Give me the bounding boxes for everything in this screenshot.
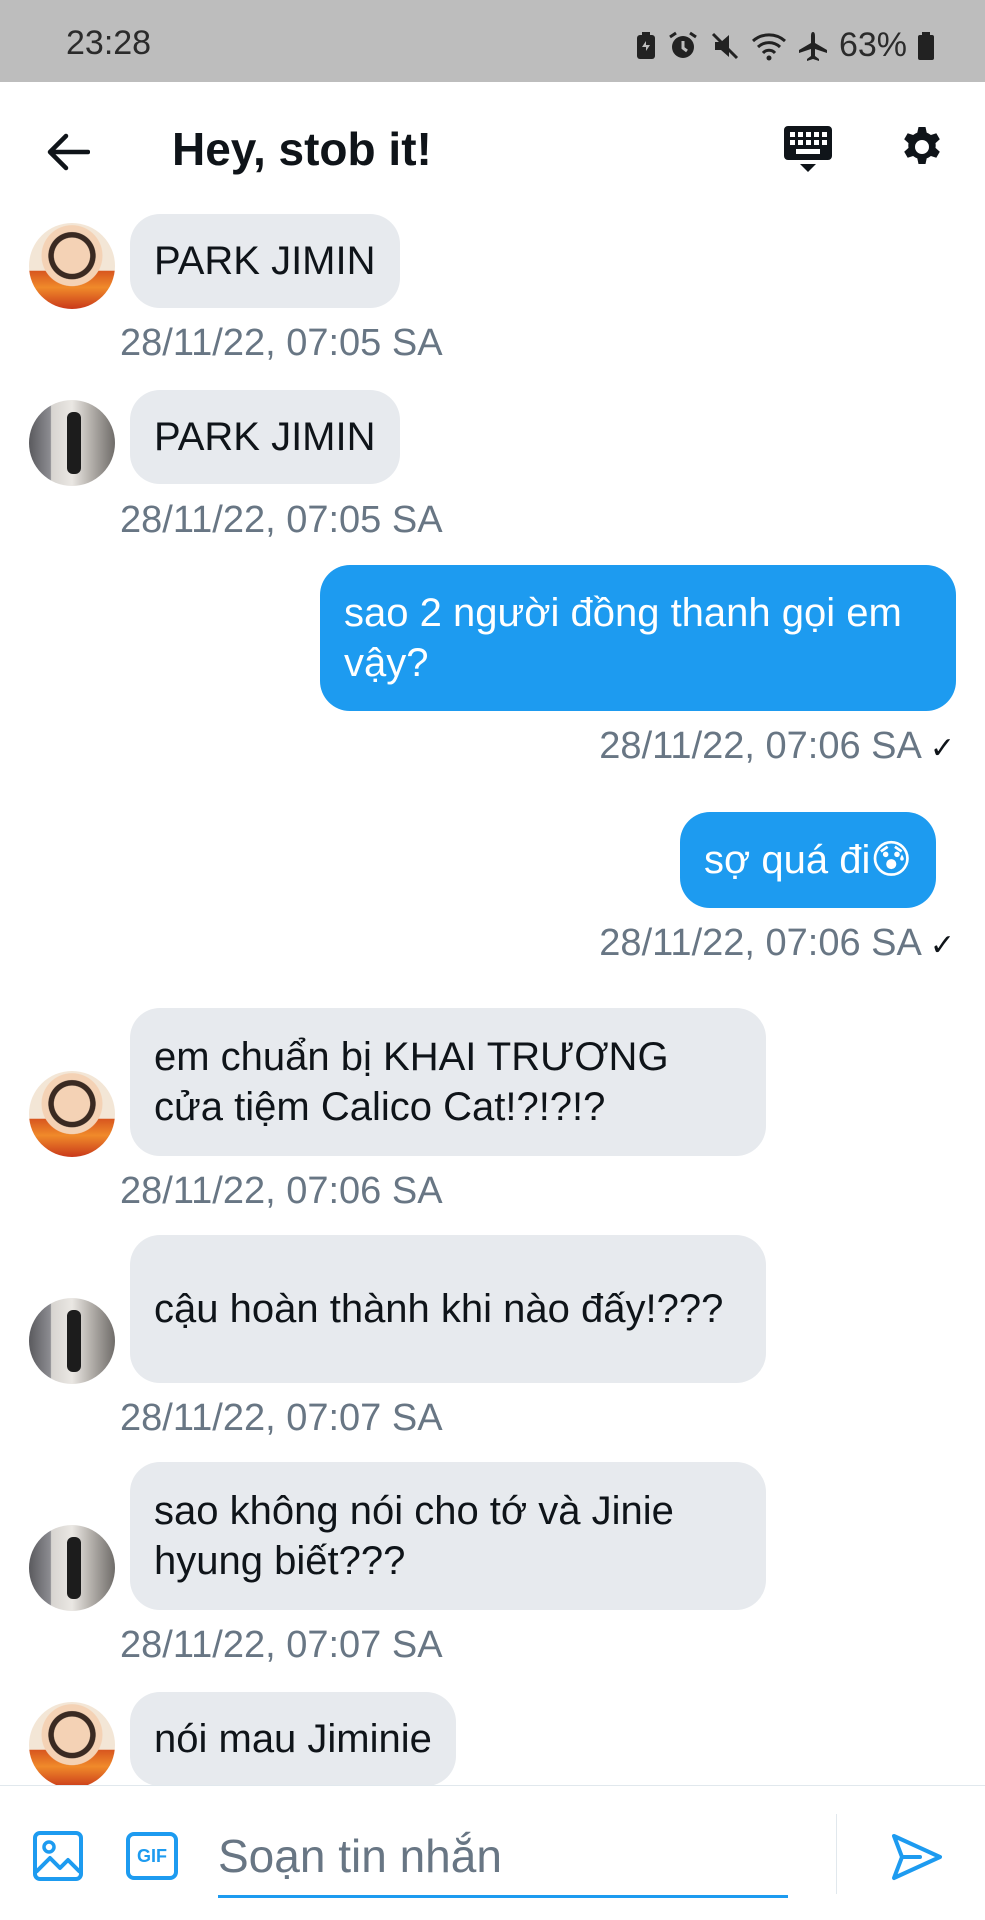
message-bubble-outgoing[interactable]: sợ quá đi😰 <box>680 812 937 908</box>
message-timestamp: 28/11/22, 07:05 SA <box>120 499 443 541</box>
avatar[interactable] <box>29 1525 115 1611</box>
message-text: cậu hoàn thành khi nào đấy!??? <box>154 1287 724 1331</box>
message-bubble-incoming[interactable]: cậu hoàn thành khi nào đấy!??? <box>130 1235 766 1383</box>
gear-icon <box>904 127 940 164</box>
mute-icon <box>711 32 738 59</box>
message-text: sợ quá đi😰 <box>704 838 913 882</box>
message-text: sao không nói cho tớ và Jinie hyung biết… <box>154 1489 674 1583</box>
sent-check-icon: ✓ <box>929 732 955 765</box>
back-button[interactable] <box>38 122 98 182</box>
message-text: PARK JIMIN <box>154 415 376 459</box>
avatar[interactable] <box>29 1702 115 1788</box>
message-bubble-incoming[interactable]: em chuẩn bị KHAI TRƯƠNG cửa tiệm Calico … <box>130 1008 766 1156</box>
avatar[interactable] <box>29 1071 115 1157</box>
message-timestamp: 28/11/22, 07:06 SA ✓ <box>599 725 955 768</box>
send-button[interactable] <box>890 1830 944 1884</box>
send-icon <box>892 1834 942 1880</box>
wifi-icon <box>751 32 786 60</box>
avatar[interactable] <box>29 223 115 309</box>
battery-saver-icon <box>636 31 655 59</box>
conversation-title: Hey, stob it! <box>172 123 432 175</box>
gif-button[interactable]: GIF <box>126 1832 178 1880</box>
message-timestamp: 28/11/22, 07:05 SA <box>120 322 443 364</box>
avatar[interactable] <box>29 400 115 486</box>
avatar[interactable] <box>29 1298 115 1384</box>
message-input[interactable] <box>218 1816 788 1898</box>
timestamp-text: 28/11/22, 07:06 SA <box>599 922 922 964</box>
battery-icon <box>918 31 934 60</box>
sent-check-icon: ✓ <box>929 929 955 962</box>
image-icon <box>33 1831 83 1881</box>
message-bubble-incoming[interactable]: nói mau Jiminie <box>130 1692 456 1786</box>
message-timestamp: 28/11/22, 07:07 SA <box>120 1397 443 1439</box>
message-bubble-incoming[interactable]: sao không nói cho tớ và Jinie hyung biết… <box>130 1462 766 1610</box>
message-text: sao 2 người đồng thanh gọi em vậy? <box>344 591 902 685</box>
message-bubble-incoming[interactable]: PARK JIMIN <box>130 214 400 308</box>
battery-percent: 63% <box>838 26 907 64</box>
message-timestamp: 28/11/22, 07:07 SA <box>120 1624 443 1666</box>
arrow-left-icon <box>47 133 90 171</box>
message-timestamp: 28/11/22, 07:06 SA <box>120 1170 443 1212</box>
add-image-button[interactable] <box>32 1830 84 1882</box>
message-text: em chuẩn bị KHAI TRƯƠNG cửa tiệm Calico … <box>154 1035 669 1129</box>
message-bubble-incoming[interactable]: PARK JIMIN <box>130 390 400 484</box>
message-text: nói mau Jiminie <box>154 1717 432 1761</box>
composer-divider <box>836 1814 837 1894</box>
status-icons: 63% <box>635 26 935 65</box>
message-text: PARK JIMIN <box>154 239 376 283</box>
keyboard-button[interactable] <box>782 124 842 184</box>
status-bar: 23:28 63% <box>0 0 985 82</box>
message-composer: GIF <box>0 1785 985 1920</box>
message-bubble-outgoing[interactable]: sao 2 người đồng thanh gọi em vậy? <box>320 565 956 711</box>
timestamp-text: 28/11/22, 07:06 SA <box>599 725 922 767</box>
status-time: 23:28 <box>66 24 152 62</box>
message-timestamp: 28/11/22, 07:06 SA ✓ <box>599 922 955 965</box>
airplane-icon <box>798 31 827 61</box>
alarm-icon <box>669 31 697 58</box>
gif-label: GIF <box>137 1845 167 1866</box>
conversation-header: Hey, stob it! <box>0 82 985 214</box>
settings-button[interactable] <box>898 124 958 184</box>
keyboard-icon <box>784 126 832 172</box>
